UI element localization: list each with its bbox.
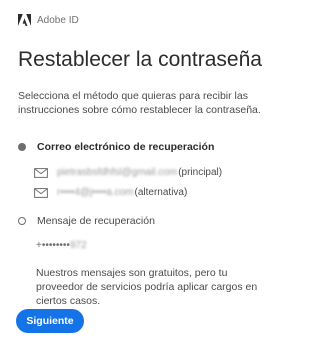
phone-prefix: +•••••••• [36, 240, 70, 251]
phone-suffix: 972 [69, 240, 87, 251]
page-title: Restablecer la contraseña [18, 48, 262, 71]
email-address-alternative: r••••4@j••••a.com (alternativa) [34, 187, 187, 198]
page-description: Selecciona el método que quieras para re… [18, 90, 261, 116]
email-recovery-option[interactable]: Correo electrónico de recuperación [18, 141, 214, 153]
next-button[interactable]: Siguiente [16, 309, 84, 333]
phone-number: +••••••••972 [36, 240, 87, 251]
mail-icon [34, 167, 48, 178]
adobe-logo-icon [18, 14, 31, 26]
email-address-text: r••••4@j••••a.com [57, 187, 134, 198]
brand-label: Adobe ID [37, 14, 79, 26]
email-address-tag: (alternativa) [134, 187, 188, 198]
sms-option-radio[interactable] [18, 217, 26, 225]
email-address-text: pietrasbsfdhfsl@gmail.com [57, 167, 178, 178]
sms-cost-note: Nuestros mensajes son gratuitos, pero tu… [36, 267, 258, 307]
email-address-primary: pietrasbsfdhfsl@gmail.com (principal) [34, 167, 222, 178]
email-address-tag: (principal) [178, 167, 223, 178]
email-option-label: Correo electrónico de recuperación [37, 141, 215, 153]
sms-option-label: Mensaje de recuperación [37, 215, 155, 227]
mail-icon [34, 187, 48, 198]
sms-recovery-option[interactable]: Mensaje de recuperación [18, 215, 155, 227]
email-option-radio[interactable] [18, 143, 26, 151]
header: Adobe ID [18, 12, 79, 28]
